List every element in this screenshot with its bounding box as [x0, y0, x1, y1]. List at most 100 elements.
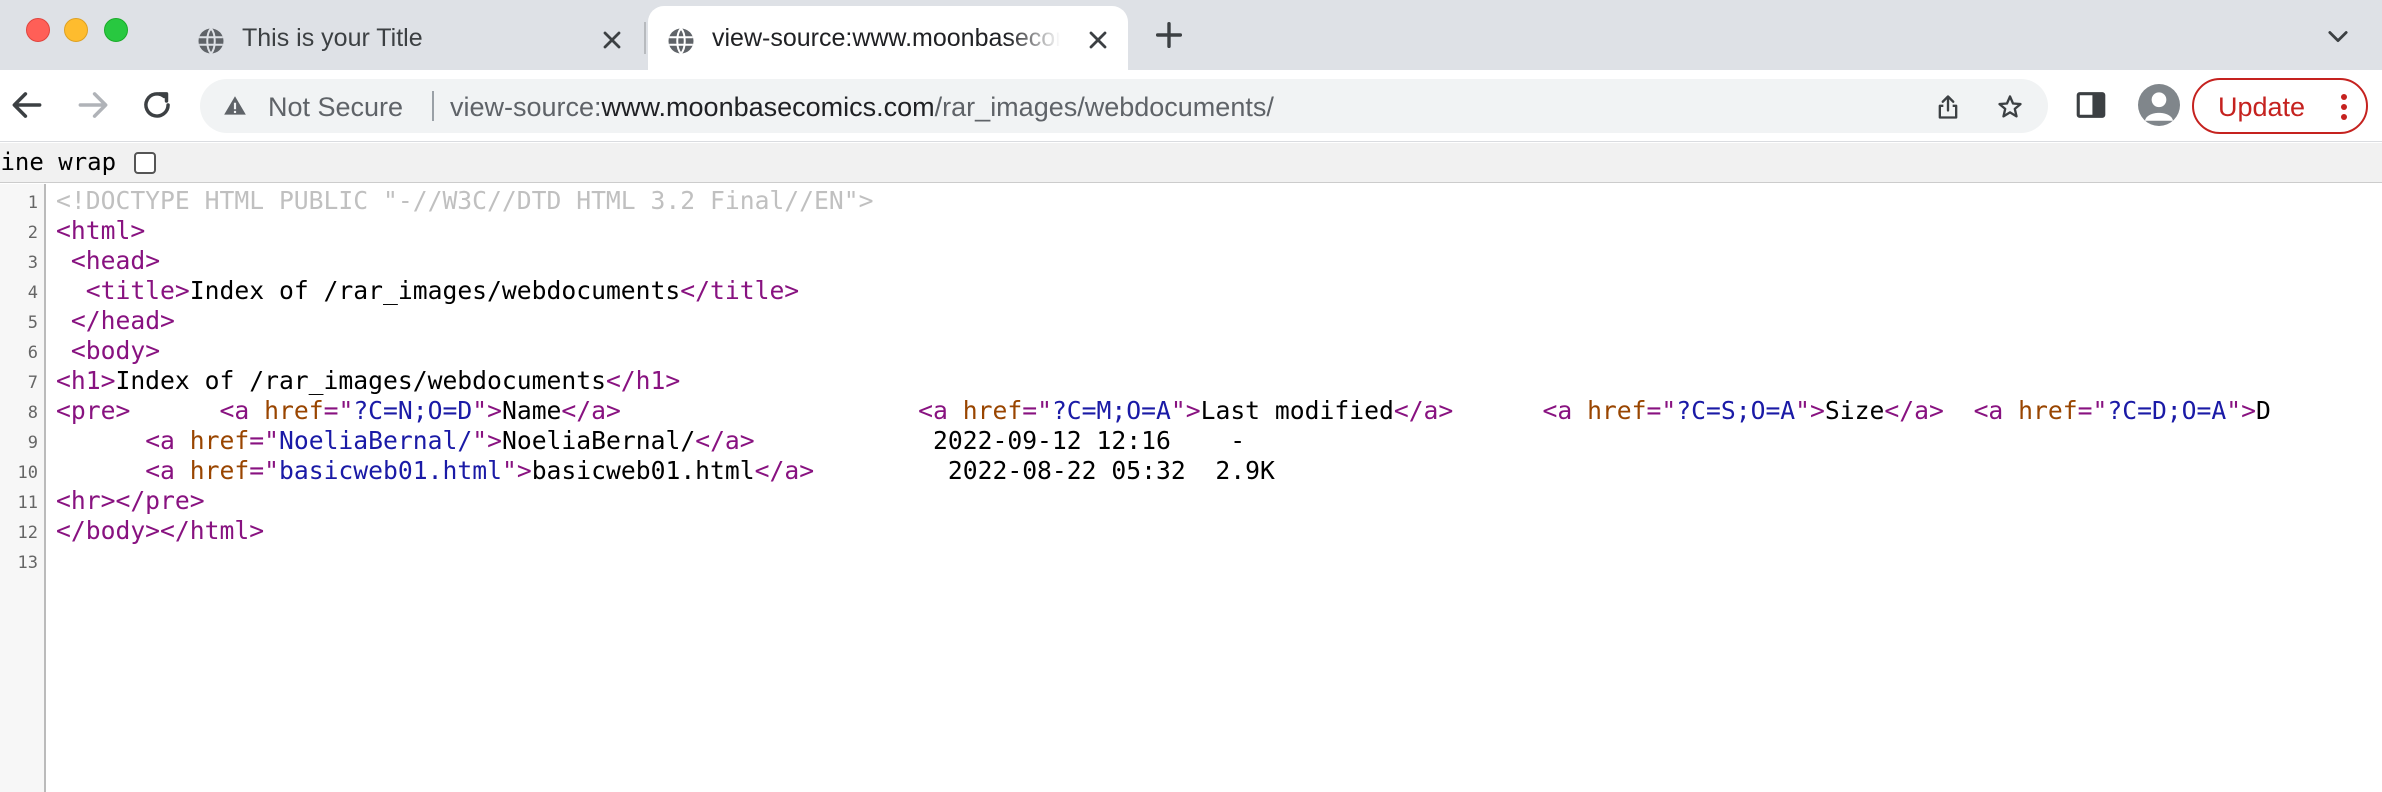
side-panel-icon[interactable]: [2074, 88, 2108, 122]
quote: ": [338, 396, 354, 425]
anchor-open: <a: [1542, 396, 1588, 425]
source-line-6: <body>: [56, 336, 160, 366]
sort-size-link[interactable]: ?C=S;O=A: [1676, 396, 1795, 425]
line-number-gutter: 1 2 3 4 5 6 7 8 9 10 11 12 13: [0, 184, 46, 792]
title-close-tag: </title>: [680, 276, 800, 305]
anchor-close: </a>: [1393, 396, 1454, 425]
url-host: www.moonbasecomics.com: [601, 92, 935, 122]
equals: =: [323, 396, 339, 425]
h1-text: Index of /rar_images/webdocuments: [115, 366, 606, 395]
anchor-open: <a: [145, 426, 190, 455]
forward-arrow-icon[interactable]: [74, 86, 112, 124]
line-number: 9: [27, 433, 38, 453]
source-line-10: <a href="basicweb01.html">basicweb01.htm…: [56, 456, 1275, 486]
tab-this-is-your-title[interactable]: This is your Title: [178, 6, 640, 70]
back-arrow-icon[interactable]: [8, 86, 46, 124]
security-status-label[interactable]: Not Secure: [268, 92, 403, 123]
quote: ": [2226, 396, 2242, 425]
tab-view-source[interactable]: view-source:www.moonbasecomics.com/rar_i…: [648, 6, 1128, 70]
update-button[interactable]: Update: [2192, 78, 2368, 134]
url-path: /rar_images/webdocuments/: [934, 92, 1274, 122]
quote: ": [1795, 396, 1811, 425]
omnibox-divider: [432, 91, 434, 121]
source-line-11: <hr></pre>: [56, 486, 205, 516]
anchor-open: <a: [918, 396, 963, 425]
line-wrap-bar: Line wrap: [0, 143, 2382, 183]
hr-tag: <hr>: [56, 486, 116, 515]
anchor-close: </a>: [1884, 396, 1944, 425]
tab-title: This is your Title: [242, 24, 423, 52]
anchor-close: </a>: [754, 456, 815, 485]
quote: ": [1037, 396, 1052, 425]
globe-icon: [668, 27, 694, 55]
gt: >: [2241, 396, 2257, 425]
entry-meta: 2022-08-22 05:32 2.9K: [947, 456, 1275, 485]
quote: ": [264, 456, 279, 485]
equals: =: [1646, 396, 1662, 425]
address-bar[interactable]: Not Secure view-source:www.moonbasecomic…: [200, 79, 2048, 133]
href-attr: href: [264, 396, 324, 425]
html-close-tag: </html>: [160, 516, 265, 545]
href-attr: href: [962, 396, 1023, 425]
equals: =: [2077, 396, 2093, 425]
href-attr: href: [1587, 396, 1647, 425]
pre-close-tag: </pre>: [115, 486, 205, 515]
new-tab-plus-icon[interactable]: [1152, 18, 1186, 52]
line-number: 8: [27, 403, 38, 423]
tab-separator: [644, 22, 646, 54]
sort-description-link[interactable]: ?C=D;O=A: [2107, 396, 2226, 425]
reload-icon[interactable]: [138, 86, 176, 124]
tab-strip: This is your Title view-source:www.moonb…: [0, 0, 2382, 70]
quote: ": [1170, 396, 1186, 425]
html-open-tag: <html>: [56, 216, 146, 245]
gt: >: [1185, 396, 1201, 425]
fullscreen-window-button[interactable]: [104, 18, 128, 42]
line-number: 1: [27, 193, 38, 213]
chevron-down-icon[interactable]: [2324, 22, 2352, 50]
entry-name: basicweb01.html: [531, 456, 755, 485]
url-text[interactable]: view-source:www.moonbasecomics.com/rar_i…: [450, 92, 1274, 123]
basicweb01-link[interactable]: basicweb01.html: [279, 456, 502, 485]
h1-open-tag: <h1>: [56, 366, 116, 395]
line-wrap-label: Line wrap: [0, 148, 117, 176]
source-line-1: <!DOCTYPE HTML PUBLIC "-//W3C//DTD HTML …: [56, 186, 873, 216]
pre-open-tag: <pre>: [56, 396, 131, 425]
entry-name: NoeliaBernal/: [501, 426, 696, 455]
name-column-text: Name: [501, 396, 562, 425]
title-text: Index of /rar_images/webdocuments: [189, 276, 681, 305]
description-column-text: D: [2256, 396, 2271, 425]
minimize-window-button[interactable]: [64, 18, 88, 42]
quote: ": [472, 426, 488, 455]
close-icon[interactable]: [598, 26, 626, 54]
source-line-8: <pre> <a href="?C=N;O=D">Name</a> <a hre…: [56, 396, 2271, 426]
more-vertical-icon[interactable]: [2336, 92, 2352, 122]
quote: ": [264, 426, 279, 455]
close-window-button[interactable]: [26, 18, 50, 42]
share-icon[interactable]: [1934, 93, 1962, 121]
line-number: 13: [17, 553, 38, 573]
line-number: 5: [27, 313, 38, 333]
href-attr: href: [189, 426, 250, 455]
anchor-close: </a>: [561, 396, 621, 425]
line-wrap-checkbox[interactable]: [134, 152, 156, 174]
noelia-bernal-link[interactable]: NoeliaBernal/: [279, 426, 472, 455]
body-close-tag: </body>: [56, 516, 161, 545]
line-number: 3: [27, 253, 38, 273]
profile-avatar[interactable]: [2138, 84, 2180, 126]
anchor-open: <a: [219, 396, 265, 425]
anchor-close: </a>: [695, 426, 755, 455]
close-icon[interactable]: [1084, 26, 1112, 54]
warning-triangle-icon[interactable]: [222, 93, 248, 119]
doctype-declaration: <!DOCTYPE HTML PUBLIC "-//W3C//DTD HTML …: [56, 186, 874, 215]
source-line-5: </head>: [56, 306, 175, 336]
bookmark-star-icon[interactable]: [1996, 93, 2024, 121]
sort-name-link[interactable]: ?C=N;O=D: [353, 396, 472, 425]
globe-icon: [198, 27, 224, 55]
body-open-tag: <body>: [70, 336, 161, 365]
source-line-9: <a href="NoeliaBernal/">NoeliaBernal/</a…: [56, 426, 1245, 456]
line-number: 11: [17, 493, 38, 513]
sort-modified-link[interactable]: ?C=M;O=A: [1052, 396, 1171, 425]
gt: >: [487, 396, 502, 425]
update-label: Update: [2218, 92, 2306, 122]
href-attr: href: [189, 456, 250, 485]
